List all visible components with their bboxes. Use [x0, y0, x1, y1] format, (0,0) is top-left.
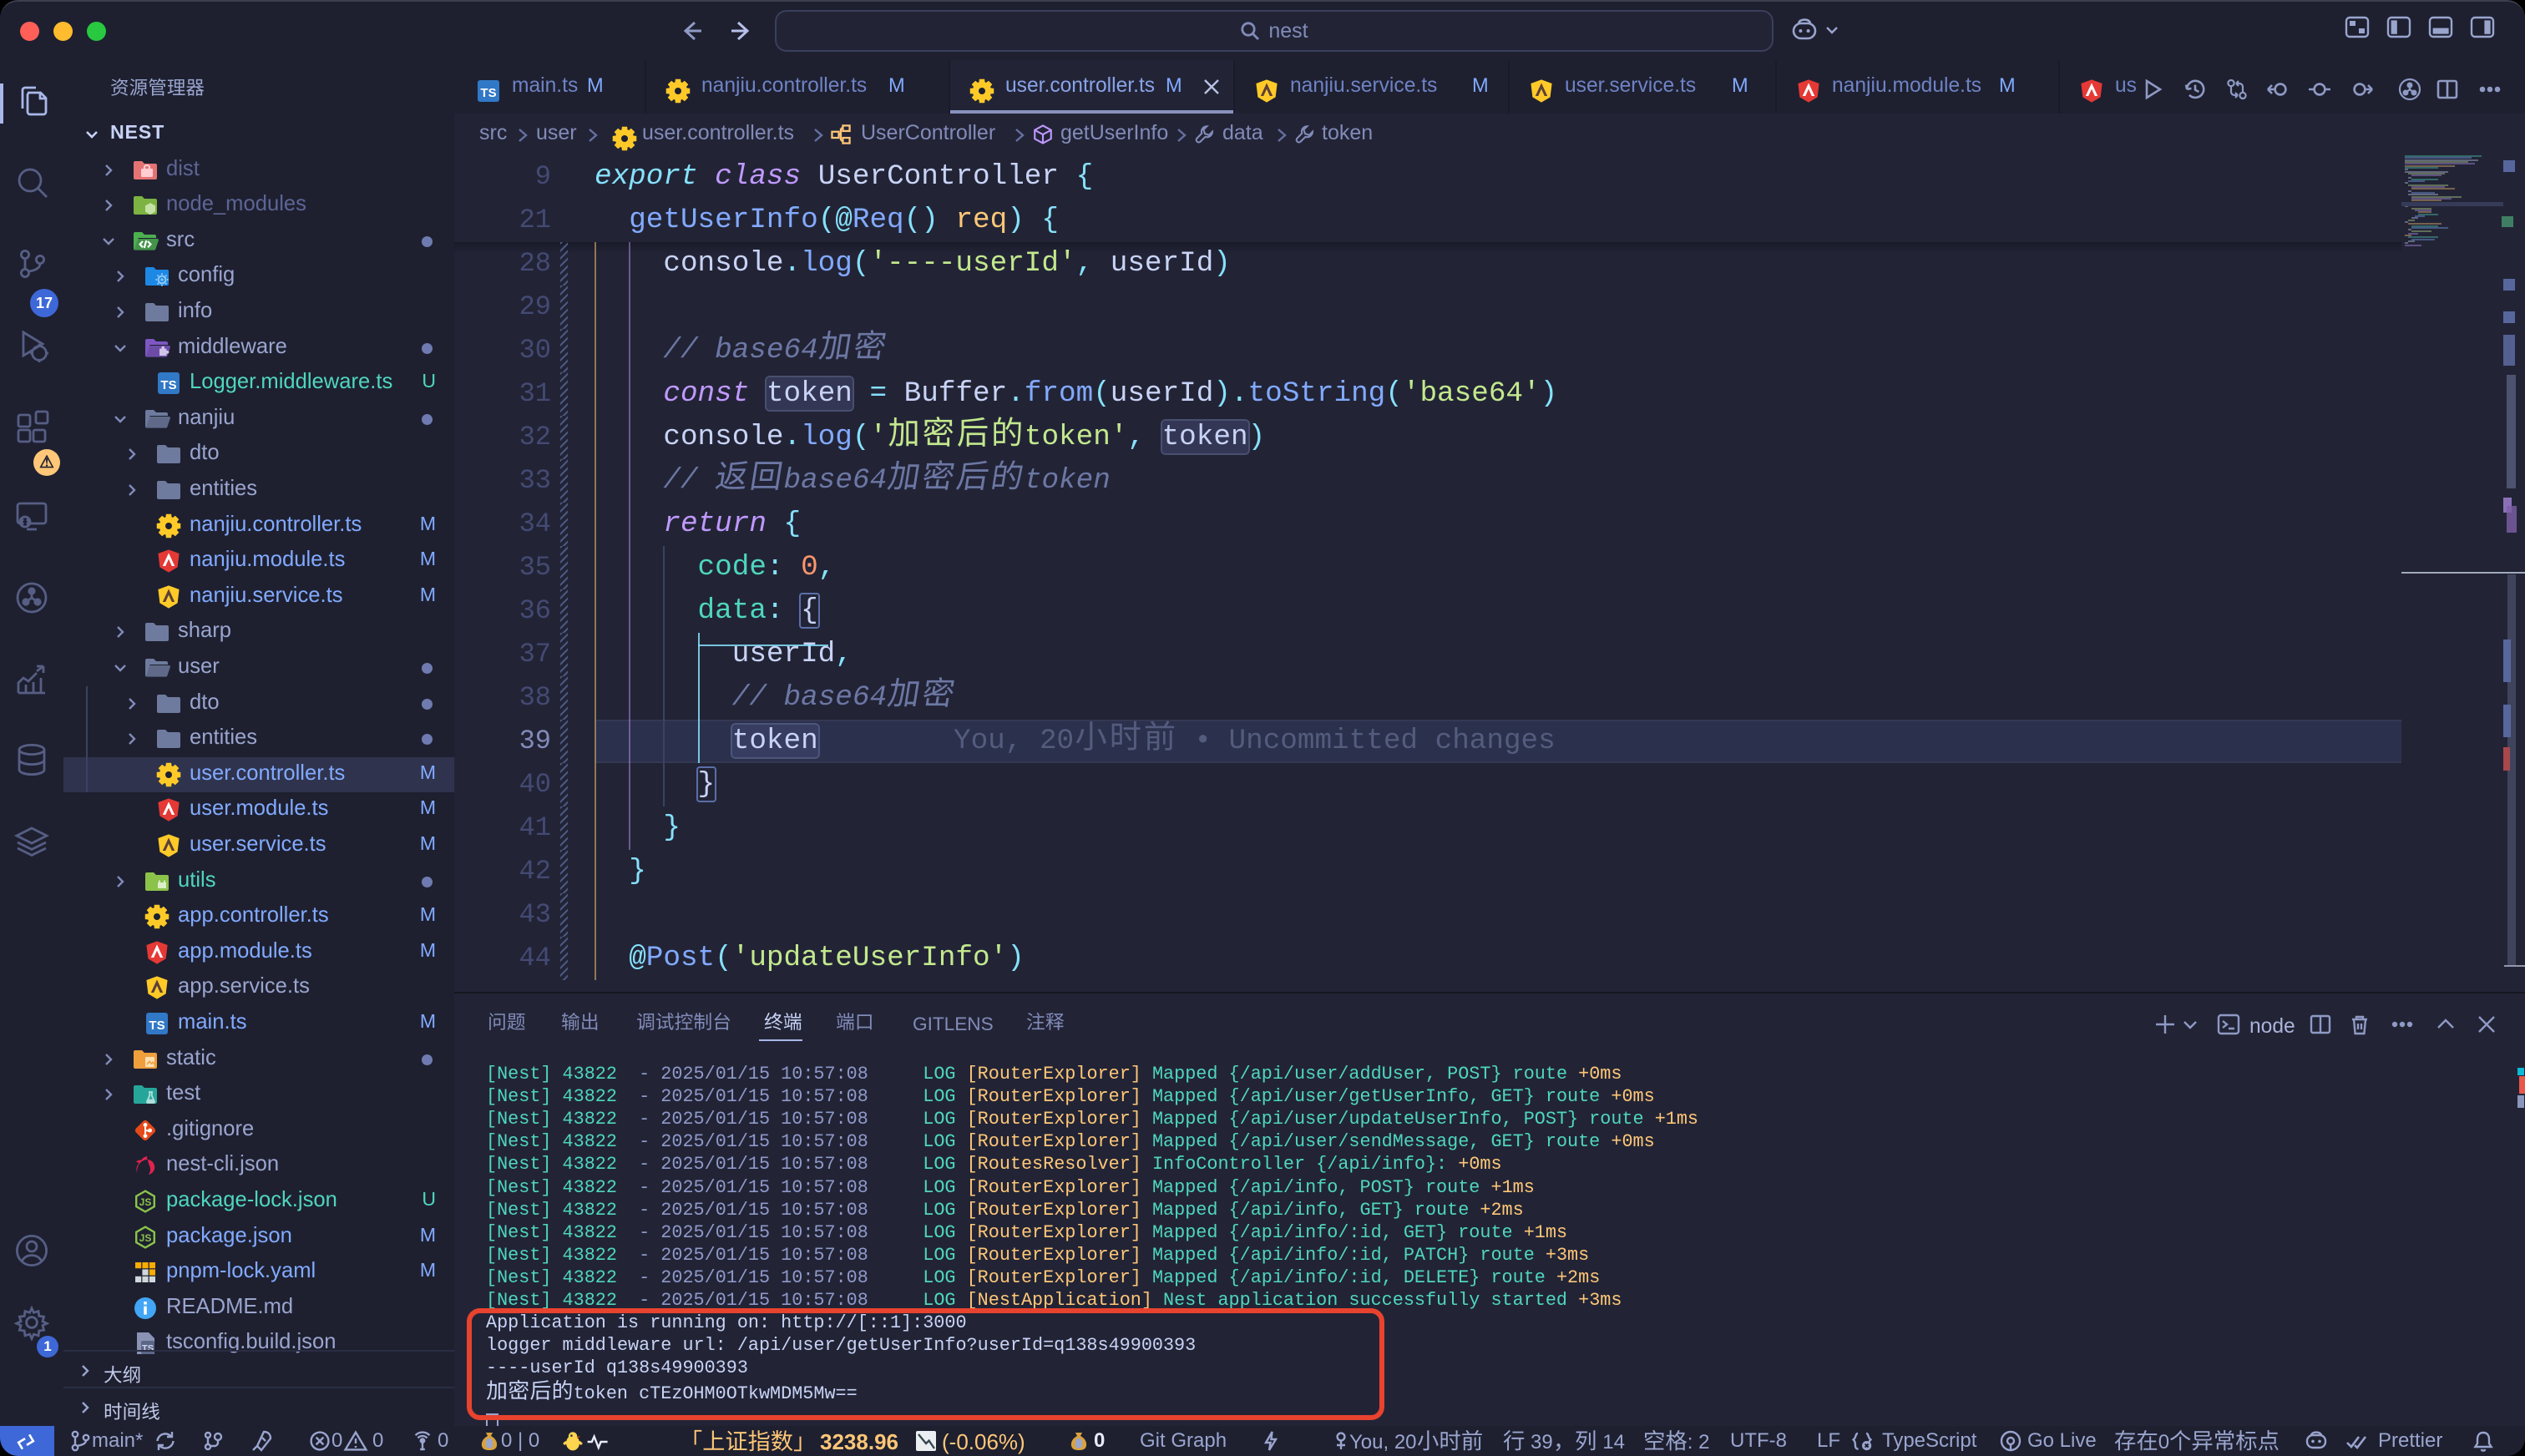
svg-text:JS: JS — [139, 1196, 152, 1208]
svg-text:JS: JS — [139, 1232, 152, 1244]
svg-text:TS: TS — [149, 1019, 164, 1033]
svg-text:TS: TS — [142, 1344, 154, 1354]
svg-text:TS: TS — [160, 378, 176, 392]
svg-text:$: $ — [1076, 1438, 1082, 1449]
svg-text:$: $ — [487, 1438, 493, 1449]
svg-text:TS: TS — [480, 86, 496, 100]
